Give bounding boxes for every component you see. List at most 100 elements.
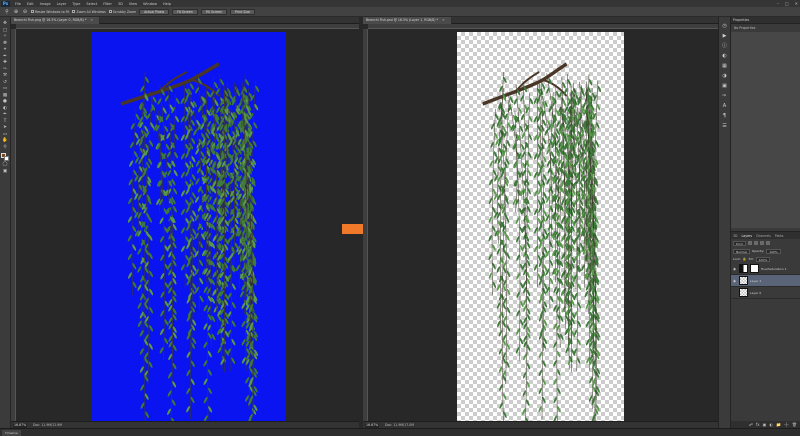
layer-row-layer-1[interactable]: ◉ Layer 1 xyxy=(731,275,800,287)
history-brush-icon[interactable]: ↺ xyxy=(2,80,9,86)
character-panel-icon[interactable]: A xyxy=(721,103,728,109)
layer-row-layer-0[interactable]: Layer 0 xyxy=(731,287,800,299)
styles-panel-icon[interactable]: ▣ xyxy=(721,83,728,89)
actual-pixels-button[interactable]: Actual Pixels xyxy=(139,8,170,15)
close-button[interactable]: ✕ xyxy=(795,1,798,6)
properties-panel-icon[interactable]: ☰ xyxy=(721,123,728,129)
history-panel-icon[interactable]: ◷ xyxy=(721,23,728,29)
quick-select-tool-icon[interactable]: ❁ xyxy=(2,41,9,47)
eye-icon[interactable]: ◉ xyxy=(733,267,737,271)
menu-file[interactable]: File xyxy=(12,2,24,6)
brush-panel-icon[interactable]: ✑ xyxy=(721,93,728,99)
lock-icon[interactable]: 🔒 xyxy=(743,257,747,261)
pixel-filter-icon[interactable] xyxy=(747,241,752,245)
pen-tool-icon[interactable]: ✒ xyxy=(2,112,9,118)
add-mask-icon[interactable]: ▣ xyxy=(763,422,767,427)
tab-layers[interactable]: Layers xyxy=(741,234,752,238)
opacity-input[interactable]: 100% xyxy=(766,248,781,254)
fill-screen-button[interactable]: Fill Screen xyxy=(200,8,228,15)
fill-input[interactable]: 100% xyxy=(755,256,771,262)
menu-help[interactable]: Help xyxy=(160,2,174,6)
dodge-tool-icon[interactable]: ◐ xyxy=(2,106,9,112)
menu-filter[interactable]: Filter xyxy=(100,2,115,6)
mask-thumbnail[interactable] xyxy=(750,264,759,273)
new-layer-icon[interactable]: ➕ xyxy=(784,422,789,427)
menu-view[interactable]: View xyxy=(126,2,140,6)
eyedropper-tool-icon[interactable]: ✒ xyxy=(2,54,9,60)
background-color[interactable] xyxy=(4,156,9,161)
marquee-tool-icon[interactable]: □ xyxy=(2,28,9,34)
menu-edit[interactable]: Edit xyxy=(24,2,37,6)
adjustments-panel-icon[interactable]: ◑ xyxy=(721,73,728,79)
hand-tool-icon[interactable]: ✋ xyxy=(2,138,9,144)
quick-mask-icon[interactable]: ◯ xyxy=(2,162,9,168)
canvas-blue-background[interactable] xyxy=(91,32,286,421)
zoom-all-windows-checkbox[interactable]: Zoom All Windows xyxy=(72,10,106,14)
clone-stamp-icon[interactable]: ⚒ xyxy=(2,73,9,79)
zoom-tool-icon[interactable]: ⚲ xyxy=(4,9,10,15)
menu-layer[interactable]: Layer xyxy=(54,2,70,6)
paragraph-panel-icon[interactable]: ¶ xyxy=(721,113,728,119)
close-tab-icon[interactable]: ✕ xyxy=(442,18,445,22)
maximize-button[interactable]: □ xyxy=(785,1,789,6)
zoom-tool-panel-icon[interactable]: ⚲ xyxy=(2,145,9,151)
color-panel-icon[interactable]: ◐ xyxy=(721,53,728,59)
zoom-level-right[interactable]: 16.67% xyxy=(365,422,379,428)
move-tool-icon[interactable]: ✥ xyxy=(2,21,9,27)
menu-window[interactable]: Window xyxy=(140,2,160,6)
group-icon[interactable]: 📁 xyxy=(776,422,781,427)
zoom-level-left[interactable]: 16.67% xyxy=(13,422,27,428)
eraser-tool-icon[interactable]: ▭ xyxy=(2,86,9,92)
menu-select[interactable]: Select xyxy=(83,2,100,6)
tab-channels[interactable]: Channels xyxy=(756,234,771,238)
ruler-horizontal xyxy=(16,24,359,29)
minimize-button[interactable]: – xyxy=(777,1,779,6)
zoom-out-icon[interactable]: ⊖ xyxy=(22,9,28,15)
close-tab-icon[interactable]: ✕ xyxy=(90,18,93,22)
layer-row-hue-saturation[interactable]: ◉ Hue/Saturation 1 xyxy=(731,263,800,275)
swatches-panel-icon[interactable]: ▦ xyxy=(721,63,728,69)
shape-tool-icon[interactable]: ▭ xyxy=(2,132,9,138)
blend-mode-select[interactable]: Normal xyxy=(733,248,750,254)
type-tool-icon[interactable]: T xyxy=(2,119,9,125)
canvas-transparent-background[interactable] xyxy=(457,32,624,421)
tab-paths[interactable]: Paths xyxy=(775,234,784,238)
timeline-bar: Timeline xyxy=(0,428,800,436)
lasso-tool-icon[interactable]: ✧ xyxy=(2,34,9,40)
brush-tool-icon[interactable]: ✑ xyxy=(2,67,9,73)
document-tab-right[interactable]: Beanchi Fish.psd @ 16.5% (Layer 1, RGB/8… xyxy=(363,17,452,24)
tab-3d[interactable]: 3D xyxy=(733,234,737,238)
adjust-filter-icon[interactable] xyxy=(753,241,758,245)
color-swatches[interactable] xyxy=(1,153,9,161)
menu-type[interactable]: Type xyxy=(69,2,83,6)
timeline-tab[interactable]: Timeline xyxy=(2,430,21,436)
scrubby-zoom-checkbox[interactable]: Scrubby Zoom xyxy=(108,10,136,14)
properties-panel-body xyxy=(731,32,800,228)
menu-3d[interactable]: 3D xyxy=(115,2,126,6)
delete-layer-icon[interactable]: 🗑 xyxy=(792,422,797,427)
screen-mode-icon[interactable]: ▣ xyxy=(2,169,9,175)
zoom-in-icon[interactable]: ⊕ xyxy=(13,9,19,15)
document-tab-left[interactable]: Beanchi Fish.png @ 16.5% (Layer 0, RGB/8… xyxy=(11,17,101,24)
eye-icon[interactable] xyxy=(733,291,737,295)
resize-windows-checkbox[interactable]: Resize Windows to Fit xyxy=(31,10,69,14)
layer-style-icon[interactable]: fx xyxy=(756,422,760,427)
kind-filter-select[interactable]: Kind xyxy=(733,240,746,246)
link-layers-icon[interactable]: ☍ xyxy=(749,422,753,427)
print-size-button[interactable]: Print Size xyxy=(230,8,255,15)
crop-tool-icon[interactable]: ⌖ xyxy=(2,47,9,53)
healing-brush-icon[interactable]: ✚ xyxy=(2,60,9,66)
type-filter-icon[interactable] xyxy=(759,241,764,245)
gradient-tool-icon[interactable]: ▩ xyxy=(2,93,9,99)
info-panel-icon[interactable]: ⓘ xyxy=(721,43,728,49)
path-select-icon[interactable]: ➤ xyxy=(2,125,9,131)
properties-panel-header[interactable]: Properties xyxy=(731,17,800,24)
blur-tool-icon[interactable]: ● xyxy=(2,99,9,105)
fit-screen-button[interactable]: Fit Screen xyxy=(172,8,198,15)
menu-image[interactable]: Image xyxy=(37,2,54,6)
layer-thumbnail xyxy=(739,288,748,297)
actions-panel-icon[interactable]: ▶ xyxy=(721,33,728,39)
shape-filter-icon[interactable] xyxy=(765,241,770,245)
eye-icon[interactable]: ◉ xyxy=(733,279,737,283)
adjustment-layer-icon[interactable]: ◐ xyxy=(769,422,773,427)
